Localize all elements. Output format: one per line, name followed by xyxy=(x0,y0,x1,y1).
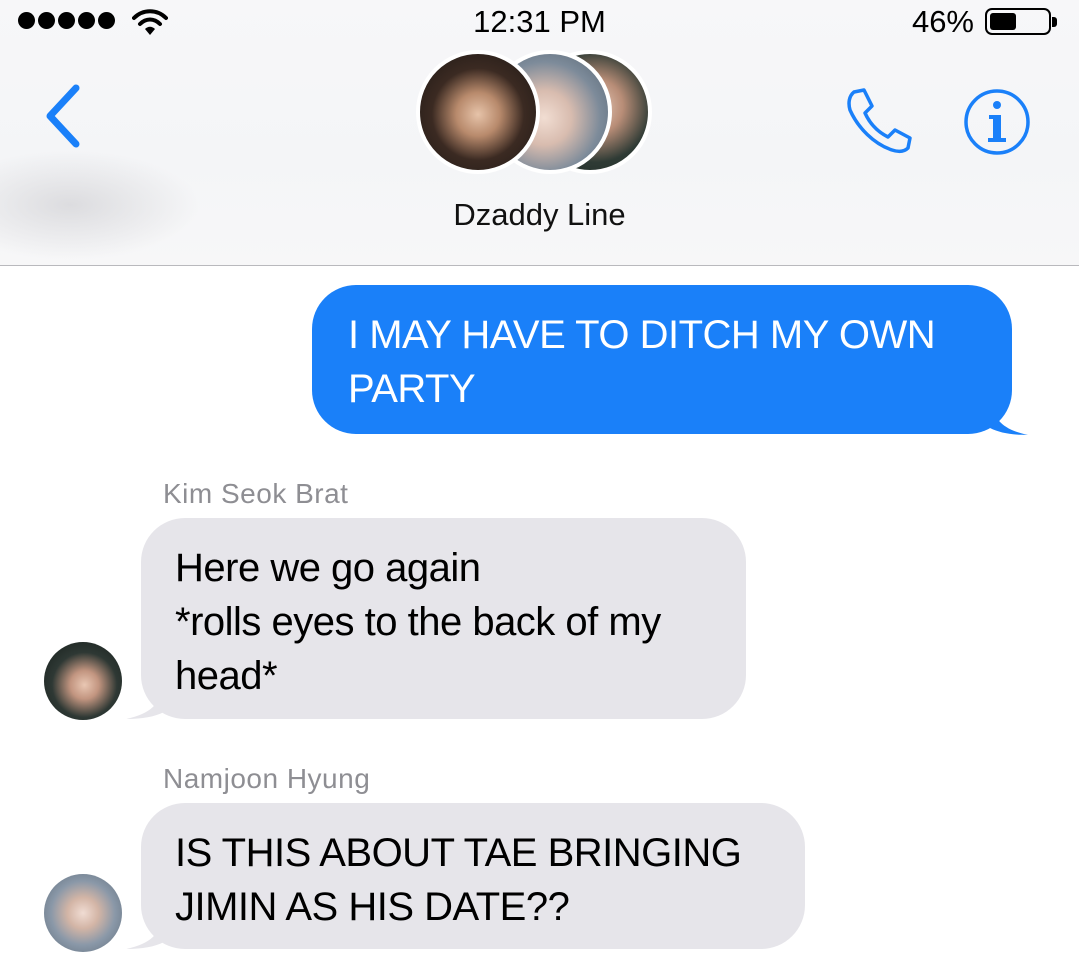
phone-icon[interactable] xyxy=(840,84,916,156)
sender-name: Kim Seok Brat xyxy=(163,478,349,509)
battery-icon xyxy=(985,8,1057,35)
battery-level-fill xyxy=(990,13,1016,30)
battery-percent: 46% xyxy=(911,4,974,39)
group-avatars[interactable] xyxy=(416,50,666,174)
status-bar: 12:31 PM 46% xyxy=(0,0,1079,44)
message-line: Here we go again xyxy=(175,546,481,590)
sender-avatar[interactable] xyxy=(44,642,122,720)
message-line: *rolls eyes to the back of my xyxy=(175,600,661,644)
message-line: JIMIN AS HIS DATE?? xyxy=(175,885,570,929)
message-text: I MAY HAVE TO DITCH MY OWN PARTY xyxy=(348,313,936,411)
incoming-message-bubble[interactable]: Here we go again *rolls eyes to the back… xyxy=(141,518,746,719)
group-member-avatar xyxy=(416,50,540,174)
message-line: head* xyxy=(175,654,278,698)
sender-avatar[interactable] xyxy=(44,874,122,952)
message-line: IS THIS ABOUT TAE BRINGING xyxy=(175,831,742,875)
info-icon[interactable] xyxy=(963,88,1031,156)
chevron-left-icon[interactable] xyxy=(40,82,86,150)
sender-name: Namjoon Hyung xyxy=(163,763,371,794)
incoming-message-bubble[interactable]: IS THIS ABOUT TAE BRINGING JIMIN AS HIS … xyxy=(141,803,805,949)
outgoing-message-bubble[interactable]: I MAY HAVE TO DITCH MY OWN PARTY xyxy=(312,285,1012,434)
group-name[interactable]: Dzaddy Line xyxy=(0,197,1079,233)
